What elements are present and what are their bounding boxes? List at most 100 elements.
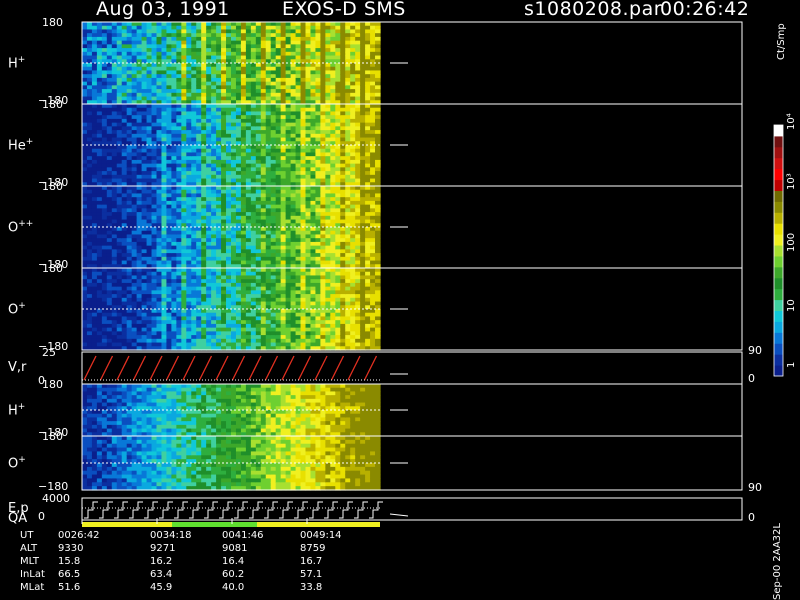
spectrogram-cell xyxy=(355,245,361,250)
spectrogram-cell xyxy=(101,268,108,273)
spectrogram-cell xyxy=(231,309,237,314)
spectrogram-cell xyxy=(201,126,207,131)
spectrogram-cell xyxy=(275,22,282,27)
spectrogram-cell xyxy=(106,297,113,303)
spectrogram-cell xyxy=(171,133,177,139)
spectrogram-cell xyxy=(300,208,307,213)
spectrogram-cell xyxy=(131,74,138,79)
spectrogram-cell xyxy=(350,85,356,90)
spectrogram-cell xyxy=(116,215,123,221)
spectrogram-cell xyxy=(116,133,123,139)
spectrogram-cell xyxy=(310,126,317,131)
spectrogram-cell xyxy=(290,234,297,239)
spectrogram-cell xyxy=(340,167,346,172)
spectrogram-cell xyxy=(280,63,287,68)
spectrogram-cell xyxy=(250,256,257,262)
spectrogram-cell xyxy=(131,178,138,183)
spectrogram-cell xyxy=(136,92,143,98)
spectrogram-cell xyxy=(231,111,237,116)
spectrogram-cell xyxy=(96,133,103,139)
spectrogram-cell xyxy=(96,171,103,176)
spectrogram-cell xyxy=(365,249,371,254)
spectrogram-cell xyxy=(181,92,187,98)
spectrogram-cell xyxy=(300,96,307,101)
spectrogram-cell xyxy=(260,335,267,340)
spectrogram-cell xyxy=(260,130,267,135)
spectrogram-cell xyxy=(320,238,326,243)
spectrogram-cell xyxy=(121,148,128,154)
spectrogram-cell xyxy=(82,118,88,124)
spectrogram-cell xyxy=(82,63,88,68)
spectrogram-cell xyxy=(345,238,351,243)
spectrogram-cell xyxy=(221,309,227,314)
spectrogram-cell xyxy=(116,241,123,247)
spectrogram-cell xyxy=(156,70,163,75)
spectrogram-cell xyxy=(196,104,202,109)
spectrogram-cell xyxy=(365,137,371,142)
spectrogram-cell xyxy=(176,118,182,124)
spectrogram-cell xyxy=(201,301,207,306)
spectrogram-cell xyxy=(101,89,108,94)
spectrogram-cell xyxy=(106,118,113,124)
spectrogram-cell xyxy=(260,55,267,60)
spectrogram-cell xyxy=(285,268,292,273)
spectrogram-cell xyxy=(226,268,232,273)
spectrogram-cell xyxy=(335,241,341,247)
spectrogram-cell xyxy=(141,253,148,258)
spectrogram-cell xyxy=(126,22,133,27)
spectrogram-cell xyxy=(235,193,242,198)
spectrogram-cell xyxy=(141,92,148,98)
spectrogram-cell xyxy=(250,208,257,213)
spectrogram-cell xyxy=(295,323,302,329)
spectrogram-cell xyxy=(240,126,247,131)
spectrogram-cell xyxy=(340,159,346,165)
spectrogram-cell xyxy=(116,219,123,224)
spectrogram-cell xyxy=(370,241,376,247)
spectrogram-cell xyxy=(206,145,212,150)
spectrogram-cell xyxy=(295,282,302,288)
spectrogram-cell xyxy=(196,174,202,180)
spectrogram-cell xyxy=(285,81,292,86)
spectrogram-cell xyxy=(325,219,331,224)
spectrogram-cell xyxy=(141,294,148,299)
spectrogram-cell xyxy=(201,159,207,165)
spectrogram-cell xyxy=(270,286,277,291)
spectrogram-cell xyxy=(300,174,307,180)
spectrogram-cell xyxy=(206,234,212,239)
spectrogram-cell xyxy=(255,126,262,131)
spectrogram-cell xyxy=(181,40,187,45)
spectrogram-cell xyxy=(216,230,222,236)
spectrogram-cell xyxy=(375,200,381,206)
spectrogram-cell xyxy=(166,323,172,329)
spectrogram-cell xyxy=(255,66,262,72)
spectrogram-cell xyxy=(186,92,192,98)
spectrogram-cell xyxy=(206,130,212,135)
spectrogram-cell xyxy=(235,245,242,250)
spectrogram-cell xyxy=(196,22,202,27)
spectrogram-cell xyxy=(295,294,302,299)
spectrogram-cell xyxy=(370,193,376,198)
spectrogram-cell xyxy=(260,137,267,142)
spectrogram-cell xyxy=(345,130,351,135)
spectrogram-cell xyxy=(111,309,118,314)
spectrogram-cell xyxy=(121,327,128,332)
spectrogram-cell xyxy=(216,66,222,72)
spectrogram-cell xyxy=(245,256,252,262)
spectrogram-cell xyxy=(330,171,336,176)
spectrogram-cell xyxy=(121,163,128,168)
spectrogram-cell xyxy=(255,286,262,291)
spectrogram-cell xyxy=(265,148,272,154)
spectrogram-cell xyxy=(270,212,277,217)
spectrogram-cell xyxy=(255,335,262,340)
spectrogram-cell xyxy=(171,89,177,94)
spectrogram-cell xyxy=(91,186,98,191)
spectrogram-cell xyxy=(216,178,222,183)
spectrogram-cell xyxy=(106,107,113,113)
spectrogram-cell xyxy=(285,323,292,329)
spectrogram-cell xyxy=(201,33,207,38)
spectrogram-cell xyxy=(260,290,267,295)
spectrogram-cell xyxy=(275,111,282,116)
spectrogram-cell xyxy=(340,92,346,98)
spectrogram-cell xyxy=(116,66,123,72)
spectrogram-cell xyxy=(340,130,346,135)
